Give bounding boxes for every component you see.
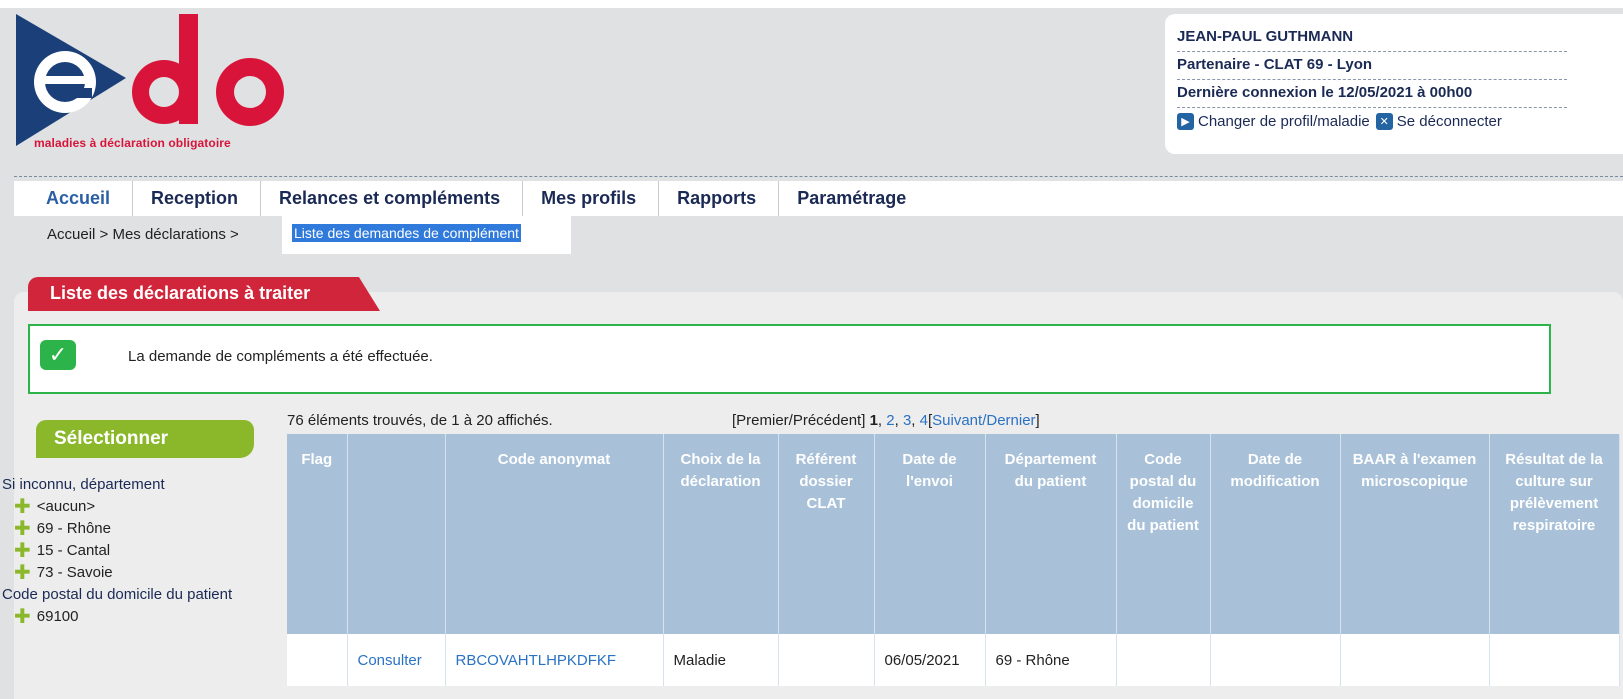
pagination: [Premier/Précédent] 1, 2, 3, 4[Suivant/D… xyxy=(732,412,1040,429)
results-count: 76 éléments trouvés, de 1 à 20 affichés. xyxy=(287,412,553,429)
cell-choix: Maladie xyxy=(663,634,779,686)
filter-option[interactable]: ✚ 69 - Rhône xyxy=(0,518,270,540)
select-panel-title: Sélectionner xyxy=(36,420,254,458)
filter-option-label: 69 - Rhône xyxy=(36,520,111,537)
submenu-item-liste-demandes[interactable]: Liste des demandes de complément xyxy=(292,224,521,242)
alert-message: La demande de compléments a été effectué… xyxy=(128,348,433,365)
plus-icon: ✚ xyxy=(14,562,31,584)
relances-submenu: Liste des demandes de complément xyxy=(282,216,571,254)
nav-reception[interactable]: Reception xyxy=(133,181,262,216)
user-partner: Partenaire - CLAT 69 - Lyon xyxy=(1177,52,1567,80)
section-title: Liste des déclarations à traiter xyxy=(28,277,380,311)
declarations-table: Flag Code anonymat Choix de la déclarati… xyxy=(287,434,1620,686)
filter-option-label: 15 - Cantal xyxy=(36,542,111,559)
cell-flag xyxy=(287,634,348,686)
col-header-departement[interactable]: Département du patient xyxy=(985,434,1117,634)
col-header-referent[interactable]: Référent dossier CLAT xyxy=(778,434,875,634)
user-info-box: JEAN-PAUL GUTHMANN Partenaire - CLAT 69 … xyxy=(1165,14,1623,154)
col-header-code-postal[interactable]: Code postal du domicile du patient xyxy=(1116,434,1211,634)
pager-sep: , xyxy=(911,412,920,429)
play-icon: ▶ xyxy=(1177,113,1194,130)
edo-logo-graphic xyxy=(16,14,284,146)
cell-baar xyxy=(1340,634,1490,686)
nav-parametrage[interactable]: Paramétrage xyxy=(779,181,928,216)
plus-icon: ✚ xyxy=(14,540,31,562)
cell-date-modification xyxy=(1210,634,1341,686)
cell-resultat xyxy=(1489,634,1620,686)
breadcrumb[interactable]: Accueil > Mes déclarations > xyxy=(47,226,239,243)
nav-rapports[interactable]: Rapports xyxy=(659,181,780,216)
plus-icon: ✚ xyxy=(14,518,31,540)
nav-divider xyxy=(14,176,1623,177)
cell-referent xyxy=(778,634,875,686)
col-header-resultat[interactable]: Résultat de la culture sur prélèvement r… xyxy=(1489,434,1620,634)
change-profile-link[interactable]: Changer de profil/maladie xyxy=(1198,113,1370,130)
plus-icon: ✚ xyxy=(14,606,31,628)
top-strip xyxy=(0,0,1623,8)
col-header-flag[interactable]: Flag xyxy=(287,434,348,634)
cell-code-anonymat[interactable]: RBCOVAHTLHPKDFKF xyxy=(445,634,664,686)
logo-tagline: maladies à déclaration obligatoire xyxy=(34,136,231,150)
filter-option[interactable]: ✚ 73 - Savoie xyxy=(0,562,270,584)
table-row: Consulter RBCOVAHTLHPKDFKF Maladie 06/05… xyxy=(287,634,1620,686)
filter-option[interactable]: ✚ 15 - Cantal xyxy=(0,540,270,562)
pager-prefix: [Premier/Précédent] xyxy=(732,412,870,429)
nav-accueil[interactable]: Accueil xyxy=(14,181,134,216)
col-header-code-anonymat[interactable]: Code anonymat xyxy=(445,434,664,634)
pager-bracket: ] xyxy=(1035,412,1040,429)
filter-sidebar: Si inconnu, département ✚ <aucun> ✚ 69 - R… xyxy=(0,474,270,628)
table-header-row: Flag Code anonymat Choix de la déclarati… xyxy=(287,434,1620,634)
col-header-action xyxy=(347,434,446,634)
filter-label-code-postal: Code postal du domicile du patient xyxy=(2,586,233,603)
edo-logo[interactable] xyxy=(14,12,304,152)
nav-mes-profils[interactable]: Mes profils xyxy=(523,181,660,216)
col-header-baar[interactable]: BAAR à l'examen microscopique xyxy=(1340,434,1490,634)
pager-page-4[interactable]: 4 xyxy=(920,412,928,429)
close-icon: ✕ xyxy=(1375,113,1393,130)
filter-option[interactable]: ✚ 69100 xyxy=(0,606,270,628)
user-actions: ▶ Changer de profil/maladie ✕ Se déconne… xyxy=(1177,108,1623,130)
col-header-date-envoi[interactable]: Date de l'envoi xyxy=(874,434,986,634)
consulter-link[interactable]: Consulter xyxy=(347,634,446,686)
filter-option-label: <aucun> xyxy=(36,498,96,515)
pager-current-page: 1 xyxy=(869,412,878,429)
filter-option-label: 73 - Savoie xyxy=(36,564,113,581)
filter-label-departement: Si inconnu, département xyxy=(2,476,165,493)
pager-next[interactable]: Suivant xyxy=(932,412,982,429)
filter-option-label: 69100 xyxy=(36,608,79,625)
user-last-login: Dernière connexion le 12/05/2021 à 00h00 xyxy=(1177,80,1567,108)
success-alert: ✓ La demande de compléments a été effect… xyxy=(28,324,1551,394)
check-icon: ✓ xyxy=(40,340,76,370)
pager-sep: , xyxy=(894,412,903,429)
nav-relances[interactable]: Relances et compléments xyxy=(261,181,524,216)
cell-date-envoi: 06/05/2021 xyxy=(874,634,986,686)
page: maladies à déclaration obligatoire JEAN-… xyxy=(0,0,1623,699)
logout-link[interactable]: Se déconnecter xyxy=(1397,113,1502,130)
col-header-date-modification[interactable]: Date de modification xyxy=(1210,434,1341,634)
plus-icon: ✚ xyxy=(14,496,31,518)
col-header-choix[interactable]: Choix de la déclaration xyxy=(663,434,779,634)
main-nav: Accueil Reception Relances et complément… xyxy=(14,181,1623,216)
user-name: JEAN-PAUL GUTHMANN xyxy=(1177,24,1567,52)
filter-option[interactable]: ✚ <aucun> xyxy=(0,496,270,518)
pager-sep: , xyxy=(877,412,887,429)
cell-code-postal xyxy=(1116,634,1211,686)
pager-page-2[interactable]: 2 xyxy=(886,412,894,429)
pager-last[interactable]: Dernier xyxy=(986,412,1035,429)
cell-departement: 69 - Rhône xyxy=(985,634,1117,686)
